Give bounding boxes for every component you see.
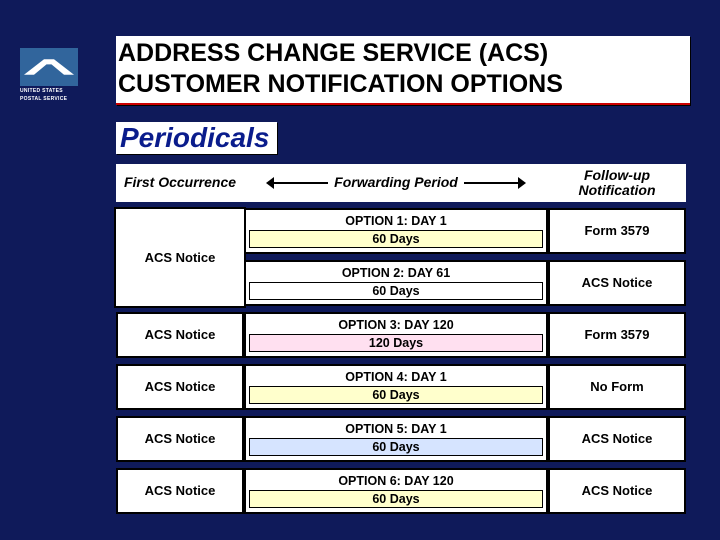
last-cell: ACS Notice <box>548 468 686 514</box>
option-days: 120 Days <box>249 334 543 352</box>
header-first: First Occurrence <box>116 164 244 202</box>
options-table: First Occurrence Forwarding Period Follo… <box>116 164 686 514</box>
option-days: 60 Days <box>249 438 543 456</box>
mid-cell: OPTION 5: DAY 1 60 Days <box>244 416 548 462</box>
mid-cell: OPTION 1: DAY 1 60 Days <box>244 208 548 254</box>
mid-cell: OPTION 6: DAY 120 60 Days <box>244 468 548 514</box>
last-cell: No Form <box>548 364 686 410</box>
logo-text-2: POSTAL SERVICE <box>20 96 100 102</box>
mid-cell: OPTION 4: DAY 1 60 Days <box>244 364 548 410</box>
title-block: ADDRESS CHANGE SERVICE (ACS) CUSTOMER NO… <box>116 36 690 105</box>
first-cell: ACS Notice <box>116 312 244 358</box>
option-days: 60 Days <box>249 282 543 300</box>
last-cell: Form 3579 <box>548 312 686 358</box>
option-label: OPTION 2: DAY 61 <box>342 266 450 280</box>
subtitle: Periodicals <box>116 122 277 154</box>
option-days: 60 Days <box>249 490 543 508</box>
last-cell: ACS Notice <box>548 260 686 306</box>
table-row: ACS Notice OPTION 4: DAY 1 60 Days No Form <box>116 364 686 410</box>
table-row: ACS Notice OPTION 3: DAY 120 120 Days Form … <box>116 312 686 358</box>
mid-cell: OPTION 2: DAY 61 60 Days <box>244 260 548 306</box>
header-mid: Forwarding Period <box>244 164 548 202</box>
arrow-left-icon <box>268 182 328 184</box>
option-days: 60 Days <box>249 230 543 248</box>
slide: UNITED STATES POSTAL SERVICE ADDRESS CHA… <box>0 0 720 540</box>
header-mid-label: Forwarding Period <box>334 175 458 190</box>
mid-cell: OPTION 3: DAY 120 120 Days <box>244 312 548 358</box>
page-title: ADDRESS CHANGE SERVICE (ACS) CUSTOMER NO… <box>116 36 690 105</box>
option-label: OPTION 4: DAY 1 <box>345 370 446 384</box>
table-row: ACS Notice OPTION 5: DAY 1 60 Days ACS Noti… <box>116 416 686 462</box>
option-label: OPTION 6: DAY 120 <box>338 474 453 488</box>
last-cell: Form 3579 <box>548 208 686 254</box>
logo-area: UNITED STATES POSTAL SERVICE <box>20 48 100 108</box>
option-label: OPTION 1: DAY 1 <box>345 214 446 228</box>
table-row: ACS Notice OPTION 6: DAY 120 60 Days ACS No… <box>116 468 686 514</box>
logo-text-1: UNITED STATES <box>20 88 100 94</box>
option-label: OPTION 5: DAY 1 <box>345 422 446 436</box>
table-row: ACS Notice OPTION 2: DAY 61 60 Days ACS Not… <box>116 260 686 306</box>
first-cell: ACS Notice <box>114 207 246 308</box>
first-cell: ACS Notice <box>116 364 244 410</box>
header-last: Follow-up Notification <box>548 164 686 202</box>
header-row: First Occurrence Forwarding Period Follo… <box>116 164 686 202</box>
option-days: 60 Days <box>249 386 543 404</box>
first-cell: ACS Notice <box>116 468 244 514</box>
arrow-right-icon <box>464 182 524 184</box>
last-cell: ACS Notice <box>548 416 686 462</box>
usps-logo <box>20 48 78 86</box>
first-cell: ACS Notice <box>116 416 244 462</box>
option-label: OPTION 3: DAY 120 <box>338 318 453 332</box>
eagle-icon <box>24 54 74 80</box>
first-cell-span: ACS Notice <box>116 260 244 306</box>
